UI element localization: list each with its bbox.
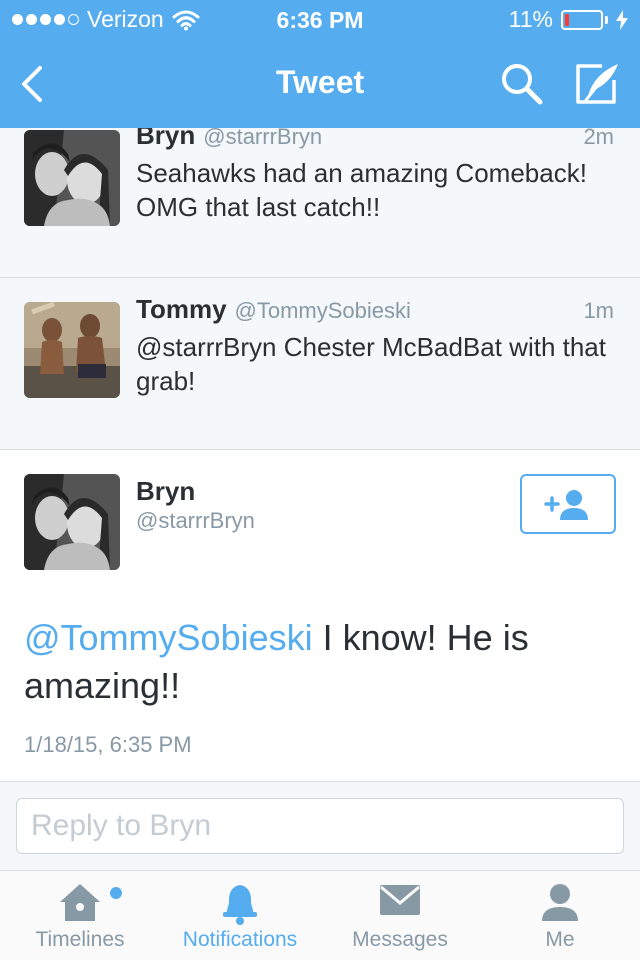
- unread-badge: [110, 887, 122, 899]
- author-name: Bryn: [136, 128, 196, 150]
- compose-icon[interactable]: [572, 60, 622, 108]
- battery-icon: [561, 9, 603, 30]
- battery-percent: 11%: [508, 6, 553, 32]
- author-handle: @TommySobieski: [234, 298, 411, 323]
- tab-bar: Timelines Notifications Messages Me: [0, 870, 640, 960]
- tweet-author[interactable]: Tommy @TommySobieski: [136, 294, 411, 325]
- battery-status: 11%: [509, 6, 628, 33]
- avatar[interactable]: [24, 474, 120, 570]
- tweet-text: @starrrBryn Chester McBadBat with that g…: [136, 332, 606, 396]
- envelope-icon: [380, 885, 420, 915]
- bell-icon: [223, 885, 257, 925]
- reply-area: [0, 782, 640, 870]
- home-icon: [60, 884, 100, 921]
- tweet-time: 1m: [583, 298, 614, 323]
- status-bar: Verizon 6:36 PM 11%: [0, 0, 640, 40]
- author-handle: @starrrBryn: [203, 128, 323, 149]
- main-tweet: Bryn @starrrBryn @TommySobieski I know! …: [0, 450, 640, 782]
- tweet-row[interactable]: Tommy @TommySobieski 1m @starrrBryn Chest…: [0, 278, 640, 450]
- follow-button[interactable]: [520, 474, 616, 534]
- charging-bolt-icon: [616, 9, 628, 30]
- tab-timelines[interactable]: Timelines: [0, 871, 160, 960]
- reply-input[interactable]: [16, 798, 624, 854]
- battery-tip: [605, 15, 608, 24]
- tab-label: Notifications: [182, 928, 298, 951]
- tweet-time: 2m: [583, 128, 614, 149]
- mention-link[interactable]: @TommySobieski: [24, 617, 313, 658]
- battery-level-fill: [565, 13, 569, 26]
- person-icon: [542, 884, 578, 921]
- author-handle[interactable]: @starrrBryn: [136, 508, 255, 534]
- tab-me[interactable]: Me: [480, 871, 640, 960]
- tweet-timestamp: 1/18/15, 6:35 PM: [24, 732, 192, 757]
- tweet-text: Seahawks had an amazing Comeback! OMG th…: [136, 158, 587, 222]
- main-tweet-text: @TommySobieski I know! He is amazing!!: [24, 614, 614, 710]
- search-icon[interactable]: [498, 60, 546, 108]
- tab-label: Messages: [352, 928, 448, 951]
- add-user-icon: [544, 490, 588, 520]
- tweet-author[interactable]: Bryn @starrrBryn: [136, 128, 322, 151]
- top-bar: Verizon 6:36 PM 11% Tweet: [0, 0, 640, 128]
- tab-notifications[interactable]: Notifications: [160, 871, 320, 960]
- nav-bar: Tweet: [0, 40, 640, 128]
- avatar[interactable]: [24, 302, 120, 398]
- tab-messages[interactable]: Messages: [320, 871, 480, 960]
- author-name: Tommy: [136, 294, 227, 324]
- tab-label: Me: [545, 928, 575, 951]
- tab-label: Timelines: [35, 928, 125, 951]
- tweet-detail-view: Bryn @starrrBryn 2m Seahawks had an amazi…: [0, 128, 640, 870]
- author-name[interactable]: Bryn: [136, 476, 195, 507]
- tweet-row[interactable]: Bryn @starrrBryn 2m Seahawks had an amazi…: [0, 128, 640, 278]
- avatar[interactable]: [24, 130, 120, 226]
